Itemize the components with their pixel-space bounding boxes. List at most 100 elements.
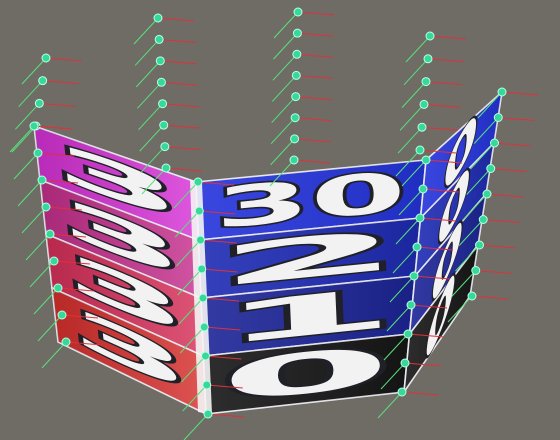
handle-dot[interactable] [49,256,59,266]
handle-dot[interactable] [467,291,477,301]
bone-handle[interactable] [21,53,83,85]
handle-dot[interactable] [38,76,48,86]
right-panel: 0000 [402,89,504,395]
handle-dot[interactable] [415,145,425,155]
axis-y-line [17,179,43,207]
handle-dot[interactable] [161,163,171,173]
handle-dot[interactable] [292,28,302,38]
bone-handle[interactable] [403,54,465,86]
handle-dot[interactable] [406,300,416,310]
handle-dot[interactable] [194,206,204,216]
handle-dot[interactable] [418,184,428,194]
handle-dot[interactable] [199,322,209,332]
axis-y-line [183,413,209,440]
handle-dot[interactable] [45,229,55,239]
handle-dot[interactable] [421,155,431,165]
handle-dot[interactable] [33,148,43,158]
bone-handle[interactable] [399,99,461,131]
viewport[interactable]: 3333302100000 [0,0,560,440]
handle-dot[interactable] [497,87,507,97]
handle-dot[interactable] [158,99,168,109]
bone-handle[interactable] [183,409,245,440]
axis-x-line [475,270,512,274]
axis-x-line [490,168,527,172]
handle-dot[interactable] [421,77,431,87]
bone-handle[interactable] [405,31,467,63]
handle-dot[interactable] [203,409,213,419]
handle-dot[interactable] [154,34,164,44]
handle-dot[interactable] [53,283,63,293]
handle-dot[interactable] [415,213,425,223]
axis-x-line [161,81,198,86]
handle-dot[interactable] [486,164,496,173]
axis-x-line [401,391,439,396]
bone-handle[interactable] [18,76,79,108]
axis-x-line [164,146,201,151]
axis-x-line [479,244,516,249]
axis-x-line [162,103,199,108]
handle-dot[interactable] [419,99,429,109]
axis-x-line [501,91,539,96]
handle-dot[interactable] [425,31,435,41]
handle-dot[interactable] [412,242,422,252]
handle-dot[interactable] [409,271,419,281]
axis-x-line [165,167,203,172]
handle-dot[interactable] [289,155,299,165]
handle-dot[interactable] [153,13,163,23]
handle-dot[interactable] [293,7,303,17]
handle-dot[interactable] [57,310,67,320]
handle-dot[interactable] [41,202,51,212]
axis-x-line [294,138,331,143]
handle-dot[interactable] [159,120,169,130]
handle-dot[interactable] [397,387,407,397]
handle-dot[interactable] [156,77,166,87]
handle-dot[interactable] [196,235,205,245]
axis-x-line [163,124,200,129]
axis-x-line [295,117,332,122]
handle-dot[interactable] [423,54,433,64]
bone-handle[interactable] [401,77,463,108]
axis-x-line [429,35,467,40]
handle-dot[interactable] [290,134,300,144]
handle-dot[interactable] [490,138,499,148]
handle-dot[interactable] [29,121,39,131]
handle-dot[interactable] [403,329,413,339]
axis-y-line [13,152,39,180]
center-panel: 30210 [195,156,427,418]
handle-dot[interactable] [198,293,208,303]
handle-dot[interactable] [41,53,51,63]
tile-layer: 3333302100000 [33,89,504,418]
handle-dot[interactable] [291,70,301,80]
axis-x-line [39,102,76,107]
handle-dot[interactable] [37,175,47,185]
axis-x-line [494,142,531,147]
axis-y-line [137,81,162,109]
handle-dot[interactable] [193,177,203,187]
axis-x-line [297,11,335,16]
handle-dot[interactable] [493,113,503,122]
handle-dot[interactable] [61,337,71,347]
axis-x-line [471,295,509,300]
handle-dot[interactable] [201,351,210,361]
handle-dot[interactable] [478,215,488,224]
handle-dot[interactable] [160,142,170,152]
handle-dot[interactable] [400,358,410,368]
handle-dot[interactable] [290,113,300,123]
axis-y-line [9,125,35,153]
handle-dot[interactable] [34,98,44,108]
handle-dot[interactable] [482,189,492,199]
handle-dot[interactable] [202,380,212,390]
handle-dot[interactable] [417,122,427,132]
handle-dot[interactable] [292,49,302,59]
axis-x-line [293,159,331,164]
handle-dot[interactable] [471,266,481,275]
handle-dot[interactable] [475,240,484,250]
handle-dot[interactable] [197,264,207,274]
handle-dot[interactable] [291,92,301,102]
axis-x-line [296,53,333,58]
handle-dot[interactable] [155,56,165,66]
axis-y-line [134,39,160,66]
axis-x-line [296,74,333,79]
bone-handle[interactable] [14,98,76,130]
axis-x-line [483,219,520,223]
